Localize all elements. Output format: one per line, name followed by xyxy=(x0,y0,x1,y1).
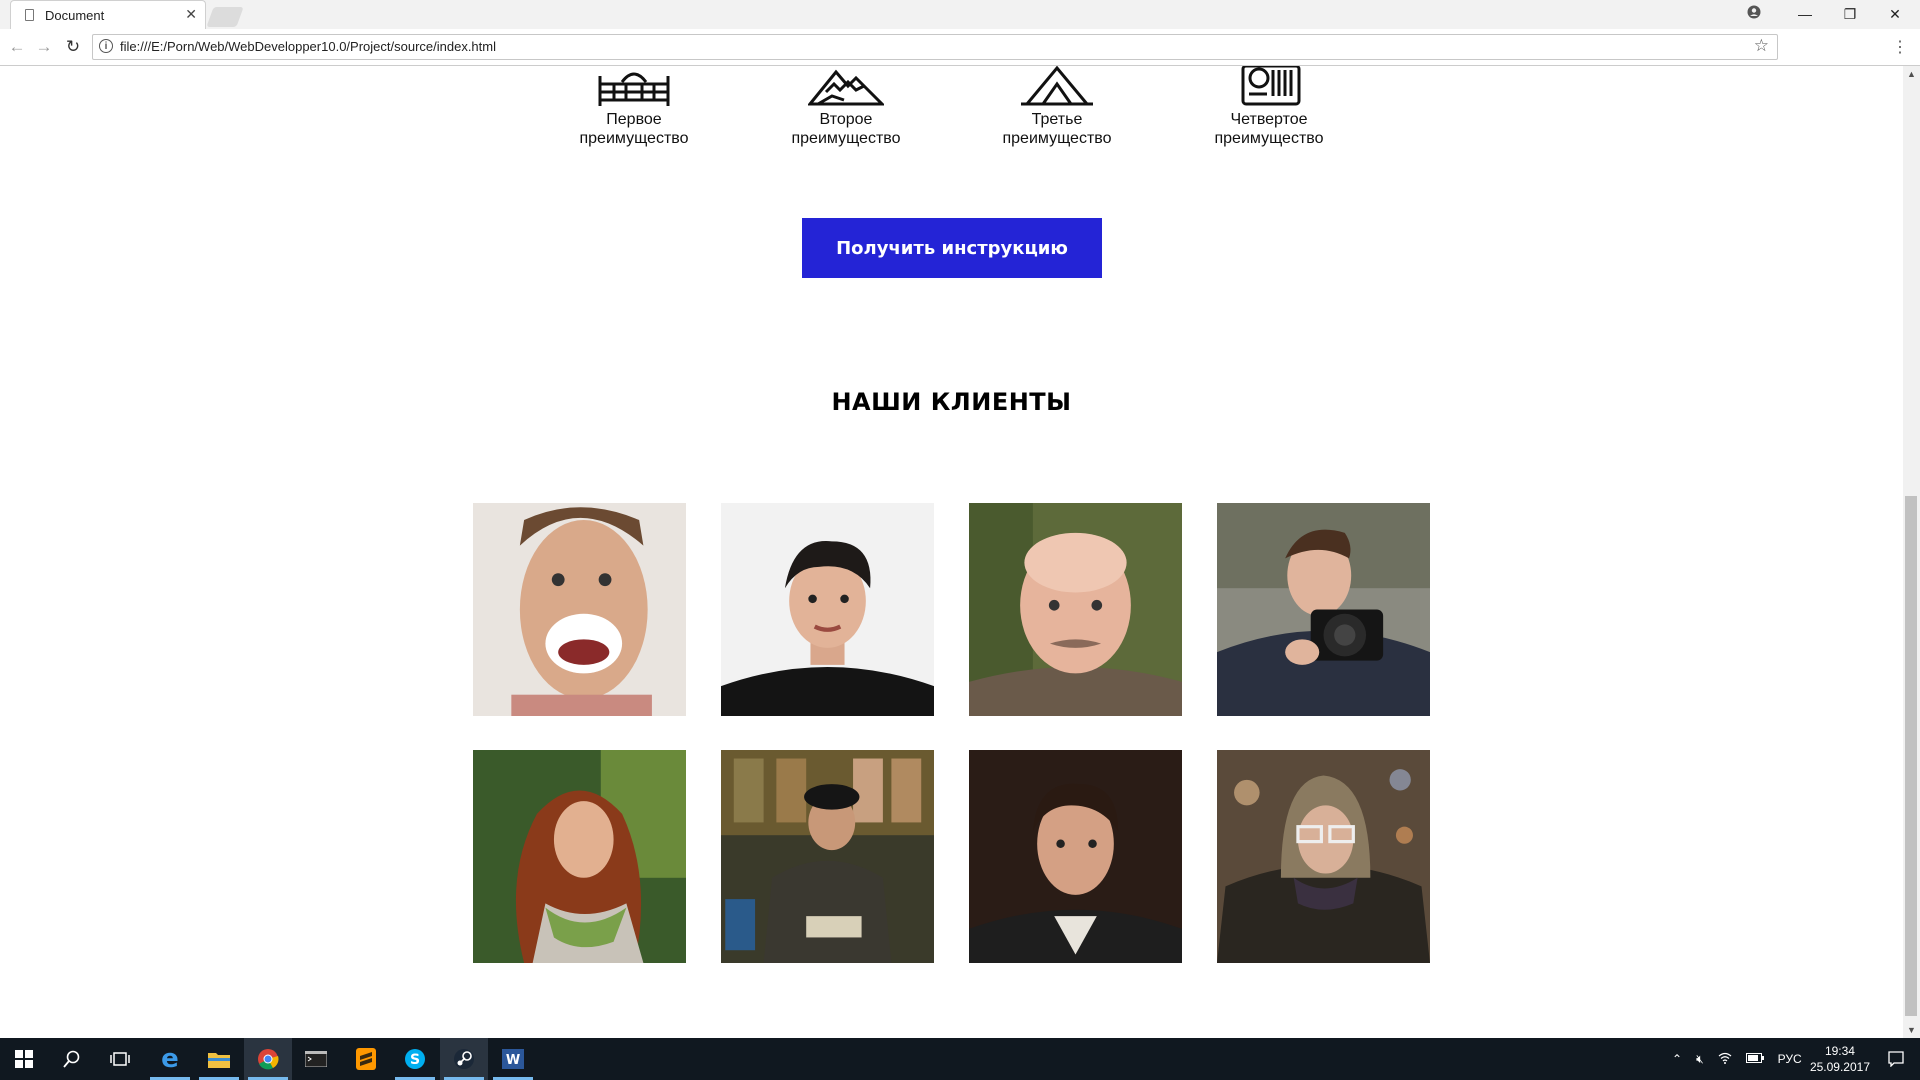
svg-text:W: W xyxy=(506,1053,520,1068)
notification-icon xyxy=(1888,1051,1904,1067)
system-tray: ⌃ 🔇︎ РУС xyxy=(1672,1038,1802,1080)
language-indicator[interactable]: РУС xyxy=(1778,1052,1802,1066)
page-scrollbar[interactable]: ▲ ▼ xyxy=(1903,66,1920,1038)
taskbar-skype[interactable]: S xyxy=(391,1038,439,1080)
windows-icon xyxy=(15,1050,33,1068)
close-window-button[interactable]: ✕ xyxy=(1872,0,1918,29)
forward-button[interactable]: → xyxy=(33,36,55,58)
advantage-label-4: Четвертое преимущество xyxy=(1214,111,1324,147)
tab-bar: Document ✕ — ❐ ✕ xyxy=(0,0,1920,30)
advantage-3: Третье преимущество xyxy=(977,66,1137,148)
wifi-icon[interactable] xyxy=(1718,1052,1732,1067)
taskbar-explorer[interactable] xyxy=(195,1038,243,1080)
advantage-1: Первое преимущество xyxy=(554,66,714,148)
tab-close-icon[interactable]: ✕ xyxy=(185,6,197,23)
url-text: file:///E:/Porn/Web/WebDevelopper10.0/Pr… xyxy=(120,39,496,54)
advantage-4: Четвертое преимущество xyxy=(1189,66,1349,148)
task-view-button[interactable] xyxy=(96,1038,144,1080)
taskbar-steam[interactable] xyxy=(440,1038,488,1080)
edge-icon: e xyxy=(161,1044,179,1074)
client-photo-4 xyxy=(1217,503,1430,716)
reload-button[interactable]: ↻ xyxy=(62,36,84,58)
client-photo-2 xyxy=(721,503,934,716)
skype-icon: S xyxy=(405,1049,425,1069)
mountain-icon xyxy=(808,69,884,106)
tent-icon xyxy=(1021,66,1093,106)
passport-icon xyxy=(1241,66,1301,106)
taskbar-edge[interactable]: e xyxy=(146,1038,194,1080)
tab-title: Document xyxy=(45,8,105,23)
scrollbar-thumb[interactable] xyxy=(1905,496,1917,1016)
bed-icon xyxy=(598,72,670,106)
client-photo-5 xyxy=(473,750,686,963)
clock-time: 19:34 xyxy=(1824,1044,1855,1058)
browser-menu-icon[interactable]: ⋮ xyxy=(1892,37,1908,57)
tab-document[interactable]: Document ✕ xyxy=(10,0,206,29)
page-viewport: Первое преимущество Второе преимущество Тр… xyxy=(0,66,1903,1038)
minimize-button[interactable]: — xyxy=(1782,0,1828,29)
new-tab-button[interactable] xyxy=(206,7,244,27)
start-button[interactable] xyxy=(0,1038,48,1080)
clients-heading: НАШИ КЛИЕНТЫ xyxy=(831,388,1072,416)
client-photo-8 xyxy=(1217,750,1430,963)
back-button[interactable]: ← xyxy=(6,36,28,58)
task-view-icon xyxy=(110,1052,130,1066)
sublime-icon xyxy=(356,1048,376,1070)
scroll-up-icon[interactable]: ▲ xyxy=(1903,66,1920,82)
document-icon xyxy=(25,9,34,21)
clock[interactable]: 19:34 25.09.2017 xyxy=(1810,1043,1870,1075)
taskbar-sublime[interactable] xyxy=(342,1038,390,1080)
scroll-down-icon[interactable]: ▼ xyxy=(1903,1022,1920,1038)
search-icon xyxy=(63,1050,80,1068)
get-instructions-button[interactable]: Получить инструкцию xyxy=(802,218,1102,278)
notifications-button[interactable] xyxy=(1872,1038,1920,1080)
taskbar: e S W ⌃ 🔇︎ РУС 19:34 25.09.2017 xyxy=(0,1038,1920,1080)
battery-icon[interactable] xyxy=(1745,1052,1764,1066)
restore-button[interactable]: ❐ xyxy=(1827,0,1873,29)
client-photo-3 xyxy=(969,503,1182,716)
taskbar-chrome[interactable] xyxy=(244,1038,292,1080)
taskbar-word[interactable]: W xyxy=(489,1038,537,1080)
steam-icon xyxy=(454,1049,474,1069)
client-photo-1 xyxy=(473,503,686,716)
terminal-icon xyxy=(305,1051,327,1067)
info-icon[interactable]: i xyxy=(99,39,113,53)
chrome-icon xyxy=(258,1049,279,1070)
svg-text:S: S xyxy=(410,1052,420,1068)
taskbar-terminal[interactable] xyxy=(292,1038,340,1080)
advantage-label-2: Второе преимущество xyxy=(791,111,901,147)
client-photo-7 xyxy=(969,750,1182,963)
advantage-label-3: Третье преимущество xyxy=(1002,111,1112,147)
profile-icon[interactable] xyxy=(1731,0,1777,29)
advantage-label-1: Первое преимущество xyxy=(579,111,689,147)
search-button[interactable] xyxy=(48,1038,96,1080)
chevron-up-icon[interactable]: ⌃ xyxy=(1672,1052,1682,1066)
folder-icon xyxy=(208,1053,230,1068)
browser-toolbar: ← → ↻ i file:///E:/Porn/Web/WebDeveloppe… xyxy=(0,29,1920,66)
advantage-2: Второе преимущество xyxy=(766,66,926,148)
bookmark-star-icon[interactable]: ☆ xyxy=(1754,36,1769,56)
client-photo-6 xyxy=(721,750,934,963)
volume-muted-icon[interactable]: 🔇︎ xyxy=(1696,1052,1704,1067)
clock-date: 25.09.2017 xyxy=(1809,1060,1870,1074)
word-icon: W xyxy=(502,1049,524,1069)
address-bar[interactable]: i file:///E:/Porn/Web/WebDevelopper10.0/… xyxy=(92,34,1778,60)
